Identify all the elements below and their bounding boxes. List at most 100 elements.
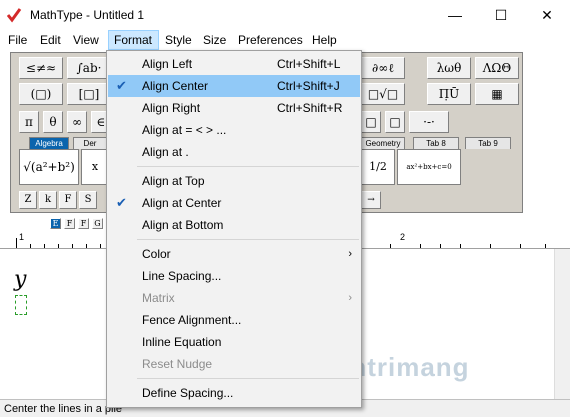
theta-symbol[interactable]: θ	[43, 111, 63, 133]
menu-item-align-left[interactable]: Align Left Ctrl+Shift+L	[108, 53, 360, 75]
minimize-button[interactable]: —	[432, 0, 478, 30]
menu-item-label: Line Spacing...	[142, 269, 222, 283]
menu-size[interactable]: Size	[198, 30, 231, 50]
format-button-2[interactable]: F	[64, 218, 75, 229]
menu-edit[interactable]: Edit	[35, 30, 66, 50]
greek-uppercase-palette[interactable]: ΛΩΘ	[475, 57, 519, 79]
tab-derivations[interactable]: Der	[73, 137, 107, 149]
template-x[interactable]: x	[81, 149, 109, 185]
spaces-palette[interactable]: ∫ab·	[67, 57, 111, 79]
infinity-symbol[interactable]: ∞	[67, 111, 87, 133]
template-sqrt-sum[interactable]: √(a²+b²)	[19, 149, 79, 185]
ruler-tick	[490, 244, 491, 248]
fence-templates[interactable]: (□)	[19, 83, 63, 105]
pi-symbol[interactable]: π	[19, 111, 39, 133]
menu-item-label: Fence Alignment...	[142, 313, 242, 327]
greek-lowercase-palette[interactable]: λωθ	[427, 57, 471, 79]
tab-geometry[interactable]: Geometry	[361, 137, 405, 149]
submenu-arrow-icon: ›	[348, 248, 352, 260]
menu-item-label: Matrix	[142, 291, 175, 305]
menu-bar: File Edit View Format Style Size Prefere…	[0, 30, 570, 50]
menu-item-label: Define Spacing...	[142, 386, 234, 400]
submenu-arrow-icon: ›	[348, 292, 352, 304]
ruler-tick	[86, 244, 87, 248]
template-slot-1[interactable]: □	[361, 111, 381, 133]
tab-9[interactable]: Tab 9	[465, 137, 511, 149]
menu-item-align-at-center[interactable]: ✔ Align at Center	[108, 192, 360, 214]
menu-preferences[interactable]: Preferences	[233, 30, 308, 50]
arrow-symbol[interactable]: →	[361, 191, 381, 209]
menu-item-shortcut: Ctrl+Shift+L	[277, 57, 341, 71]
template-half[interactable]: 1/2	[361, 149, 395, 185]
template-slot-3[interactable]: ·-·	[409, 111, 449, 133]
menu-item-label: Align at = < > ...	[142, 123, 227, 137]
ruler-tick	[440, 244, 441, 248]
menu-style[interactable]: Style	[160, 30, 197, 50]
menu-view[interactable]: View	[68, 30, 104, 50]
menu-item-label: Reset Nudge	[142, 357, 213, 371]
menu-item-matrix[interactable]: Matrix ›	[108, 287, 360, 309]
menu-separator	[137, 239, 359, 240]
format-button-1[interactable]: E	[50, 218, 61, 229]
radical-templates[interactable]: □√□	[361, 83, 405, 105]
menu-item-label: Align Right	[142, 101, 201, 115]
ruler-mark-1: 1	[19, 232, 25, 242]
matrix-templates[interactable]: ▦	[475, 83, 519, 105]
bracket-templates[interactable]: [□]	[67, 83, 111, 105]
menu-item-define-spacing[interactable]: Define Spacing...	[108, 382, 360, 404]
menu-item-label: Color	[142, 247, 171, 261]
misc-symbols-palette[interactable]: ∂∞ℓ	[361, 57, 405, 79]
menu-item-align-right[interactable]: Align Right Ctrl+Shift+R	[108, 97, 360, 119]
menu-item-align-at-dot[interactable]: Align at .	[108, 141, 360, 163]
menu-item-shortcut: Ctrl+Shift+J	[277, 79, 340, 93]
menu-item-fence-alignment[interactable]: Fence Alignment...	[108, 309, 360, 331]
ruler-tick	[44, 244, 45, 248]
ruler-tick	[58, 244, 59, 248]
tab-8[interactable]: Tab 8	[413, 137, 459, 149]
maximize-button[interactable]: ☐	[478, 0, 524, 30]
ruler-tick	[390, 244, 391, 248]
menu-item-line-spacing[interactable]: Line Spacing...	[108, 265, 360, 287]
ruler-tick	[460, 244, 461, 248]
menu-format[interactable]: Format	[108, 30, 159, 50]
menu-item-label: Align at .	[142, 145, 189, 159]
equation-variable-y: y	[14, 267, 27, 292]
vertical-scrollbar[interactable]	[554, 249, 570, 399]
format-button-3[interactable]: F	[78, 218, 89, 229]
close-button[interactable]: ✕	[524, 0, 570, 30]
menu-item-reset-nudge[interactable]: Reset Nudge	[108, 353, 360, 375]
tab-algebra[interactable]: Algebra	[29, 137, 69, 149]
mathtype-logo-icon	[7, 8, 22, 23]
menu-item-label: Align at Bottom	[142, 218, 224, 232]
format-menu-dropdown: Align Left Ctrl+Shift+L ✔ Align Center C…	[106, 50, 362, 408]
menu-item-label: Align at Top	[142, 174, 205, 188]
format-button-4[interactable]: G	[92, 218, 103, 229]
menu-help[interactable]: Help	[307, 30, 342, 50]
menu-item-align-at-top[interactable]: Align at Top	[108, 170, 360, 192]
menu-item-color[interactable]: Color ›	[108, 243, 360, 265]
menu-item-label: Inline Equation	[142, 335, 222, 349]
small-symbol-k[interactable]: k	[39, 191, 57, 209]
small-symbol-z[interactable]: Z	[19, 191, 37, 209]
template-slot-2[interactable]: □	[385, 111, 405, 133]
empty-slot-placeholder[interactable]	[15, 295, 27, 315]
menu-separator	[137, 378, 359, 379]
ruler-tick	[545, 244, 546, 248]
ruler-tick	[30, 244, 31, 248]
window-title: MathType - Untitled 1	[30, 8, 145, 22]
menu-item-inline-equation[interactable]: Inline Equation	[108, 331, 360, 353]
menu-item-align-at-operators[interactable]: Align at = < > ...	[108, 119, 360, 141]
checkmark-icon: ✔	[116, 195, 127, 210]
menu-item-align-at-bottom[interactable]: Align at Bottom	[108, 214, 360, 236]
small-symbol-s[interactable]: S	[79, 191, 97, 209]
template-quadratic[interactable]: ax²+bx+c=0	[397, 149, 461, 185]
small-symbol-f[interactable]: F	[59, 191, 77, 209]
ruler-tick	[72, 244, 73, 248]
product-templates[interactable]: Π̣Ū	[427, 83, 471, 105]
menu-separator	[137, 166, 359, 167]
menu-file[interactable]: File	[3, 30, 32, 50]
title-bar: MathType - Untitled 1 — ☐ ✕	[0, 0, 570, 30]
menu-item-align-center[interactable]: ✔ Align Center Ctrl+Shift+J	[108, 75, 360, 97]
relations-palette[interactable]: ≤≠≈	[19, 57, 63, 79]
ruler-tick	[420, 244, 421, 248]
